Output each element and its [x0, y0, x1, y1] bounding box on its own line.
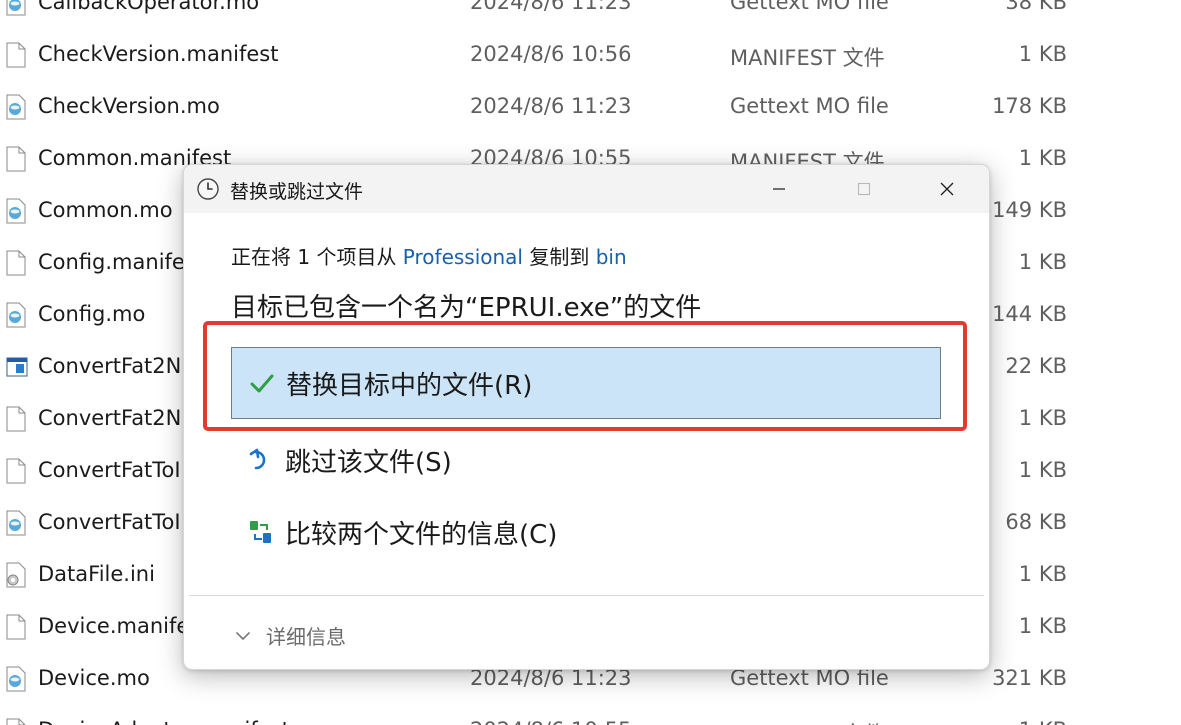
- skip-arrow-icon: [249, 448, 266, 470]
- file-date-modified: 2024/8/6 11:23: [470, 94, 632, 118]
- compare-files-option[interactable]: 比较两个文件的信息(C): [231, 497, 941, 567]
- blank-file-icon: [6, 458, 26, 484]
- file-type: Gettext MO file: [730, 94, 889, 118]
- blank-file-icon: [6, 614, 26, 640]
- file-size: 1 KB: [1018, 42, 1067, 66]
- file-name: CallbackOperator.mo: [38, 0, 260, 14]
- file-date-modified: 2024/8/6 11:23: [470, 0, 632, 14]
- skip-file-label: 跳过该文件(S): [285, 447, 452, 478]
- ini-file-icon: [6, 562, 26, 588]
- skip-file-option[interactable]: 跳过该文件(S): [231, 425, 941, 495]
- red-annotation-box: [203, 321, 967, 431]
- compare-files-label: 比较两个文件的信息(C): [285, 519, 558, 550]
- file-size: 178 KB: [992, 94, 1067, 118]
- compare-files-icon: [250, 521, 271, 543]
- file-name: ConvertFatToI: [38, 510, 181, 534]
- file-name: Common.mo: [38, 198, 173, 222]
- mo-file-icon: [6, 94, 26, 120]
- maximize-button: [834, 165, 894, 213]
- file-row[interactable]: CheckVersion.manifest 2024/8/6 10:56 MANIF…: [0, 30, 1181, 82]
- chevron-down-icon: [236, 631, 250, 640]
- blank-file-icon: [6, 406, 26, 432]
- file-name: Config.manife: [38, 250, 185, 274]
- dialog-separator: [189, 595, 984, 596]
- file-size: 1 KB: [1018, 562, 1067, 586]
- file-row[interactable]: CallbackOperator.mo 2024/8/6 11:23 Gettext…: [0, 0, 1181, 30]
- blank-file-icon: [6, 42, 26, 68]
- blank-file-icon: [6, 718, 26, 725]
- file-name: Device.manife: [38, 614, 190, 638]
- maximize-icon: [857, 182, 871, 196]
- file-type: Gettext MO file: [730, 0, 889, 14]
- destination-folder-link[interactable]: bin: [596, 245, 627, 269]
- mo-file-icon: [6, 302, 26, 328]
- file-date-modified: 2024/8/6 10:55: [470, 718, 632, 725]
- mo-file-icon: [6, 510, 26, 536]
- file-name: DataFile.ini: [38, 562, 155, 586]
- copy-status-message: 正在将 1 个项目从 Professional 复制到 bin: [231, 241, 627, 270]
- close-icon: [940, 182, 954, 196]
- file-name: Config.mo: [38, 302, 146, 326]
- blank-file-icon: [6, 250, 26, 276]
- file-name: Device.mo: [38, 666, 150, 690]
- file-name: ConvertFatToI: [38, 458, 181, 482]
- message-middle: 复制到: [523, 245, 596, 269]
- file-name: ConvertFat2N: [38, 406, 182, 430]
- file-size: 1 KB: [1018, 250, 1067, 274]
- mo-file-icon: [6, 0, 26, 16]
- file-type: MANIFEST 文件: [730, 718, 885, 725]
- file-size: 1 KB: [1018, 614, 1067, 638]
- file-size: 149 KB: [992, 198, 1067, 222]
- file-size: 68 KB: [1005, 510, 1067, 534]
- file-size: 1 KB: [1018, 406, 1067, 430]
- clock-icon: [197, 178, 219, 200]
- file-size: 38 KB: [1005, 0, 1067, 14]
- file-row[interactable]: DeviceAdapter.manifest 2024/8/6 10:55 MANI…: [0, 706, 1181, 725]
- file-size: 144 KB: [992, 302, 1067, 326]
- file-type: MANIFEST 文件: [730, 46, 885, 70]
- file-date-modified: 2024/8/6 10:56: [470, 42, 632, 66]
- replace-or-skip-dialog: 替换或跳过文件 正在将 1 个项目从 Professional 复制到 bin …: [183, 164, 990, 670]
- details-toggle[interactable]: 详细信息: [234, 621, 346, 650]
- message-prefix: 正在将 1 个项目从: [231, 245, 403, 269]
- file-size: 1 KB: [1018, 458, 1067, 482]
- close-button[interactable]: [917, 165, 977, 213]
- file-name: CheckVersion.mo: [38, 94, 220, 118]
- file-size: 321 KB: [992, 666, 1067, 690]
- details-label: 详细信息: [266, 625, 346, 649]
- dialog-title: 替换或跳过文件: [230, 181, 364, 203]
- file-size: 22 KB: [1005, 354, 1067, 378]
- minimize-button[interactable]: [749, 165, 809, 213]
- file-name: ConvertFat2N: [38, 354, 182, 378]
- file-size: 1 KB: [1018, 146, 1067, 170]
- file-name: CheckVersion.manifest: [38, 42, 279, 66]
- exe-file-icon: [6, 354, 28, 380]
- minimize-icon: [773, 188, 785, 190]
- mo-file-icon: [6, 198, 26, 224]
- conflict-headline: 目标已包含一个名为“EPRUI.exe”的文件: [231, 293, 702, 323]
- file-size: 1 KB: [1019, 718, 1067, 725]
- mo-file-icon: [6, 666, 26, 692]
- file-name: DeviceAdapter.manifest: [38, 718, 290, 725]
- source-folder-link[interactable]: Professional: [403, 245, 523, 269]
- dialog-title-bar[interactable]: 替换或跳过文件: [184, 165, 989, 213]
- file-row[interactable]: CheckVersion.mo 2024/8/6 11:23 Gettext MO …: [0, 82, 1181, 134]
- blank-file-icon: [6, 146, 26, 172]
